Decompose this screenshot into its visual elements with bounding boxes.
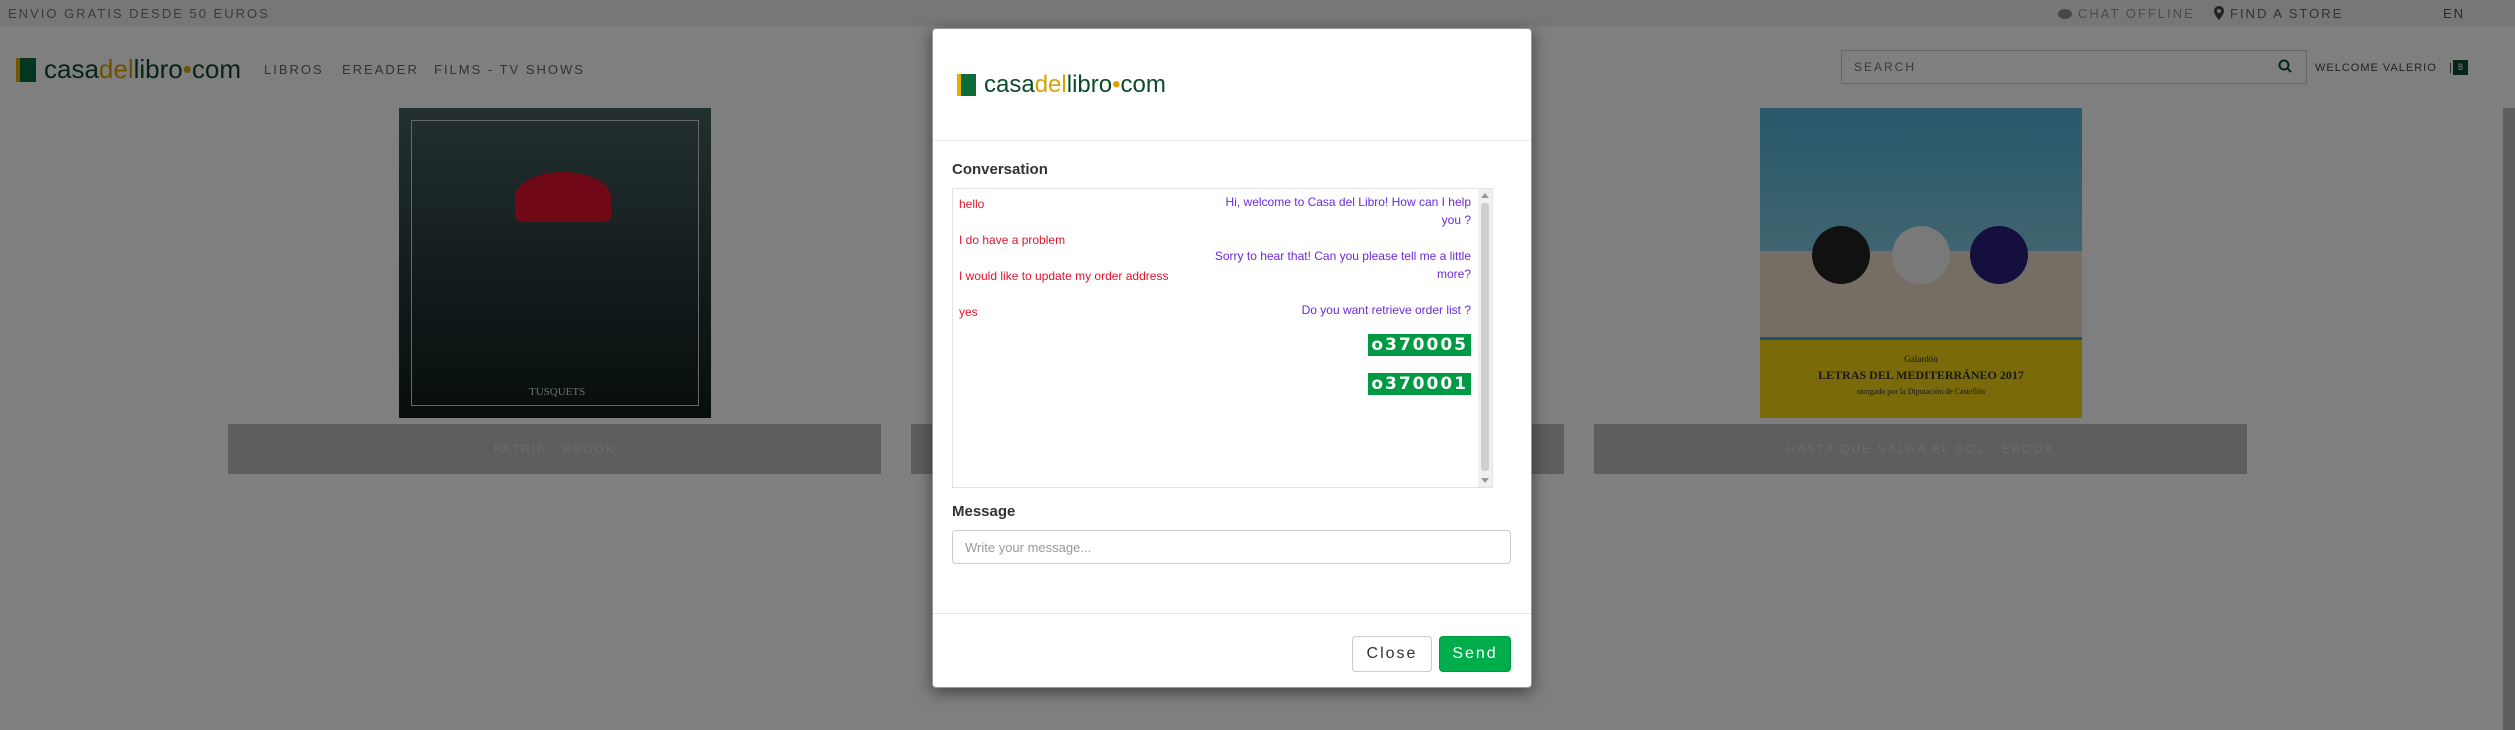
message-bot: Sorry to hear that! Can you please tell …	[1214, 249, 1471, 281]
conversation-scrollbar[interactable]	[1478, 189, 1492, 487]
message-user: hello	[959, 197, 985, 211]
chat-modal: casadellibro•com Conversation hello Hi, …	[932, 28, 1532, 688]
message-input[interactable]	[952, 530, 1511, 564]
order-code[interactable]: o370001	[1368, 373, 1471, 395]
order-code[interactable]: o370005	[1368, 334, 1471, 356]
page-scrollbar[interactable]	[2503, 108, 2515, 730]
conversation-title: Conversation	[952, 161, 1048, 178]
message-user: I would like to update my order address	[959, 269, 1169, 283]
close-button[interactable]: Close	[1352, 636, 1432, 672]
modal-logo: casadellibro•com	[957, 71, 1166, 99]
message-title: Message	[952, 503, 1016, 520]
message-user: I do have a problem	[959, 233, 1066, 247]
send-button[interactable]: Send	[1439, 636, 1511, 672]
message-user: yes	[959, 305, 978, 319]
logo-text-libro: libro	[1066, 71, 1113, 98]
scroll-up-icon[interactable]	[1481, 193, 1489, 198]
modal-footer: Close Send	[933, 613, 1531, 688]
message-bot: Do you want retrieve order list ?	[1301, 303, 1471, 317]
logo-text-dot: •	[1112, 71, 1121, 98]
conversation-log[interactable]: hello Hi, welcome to Casa del Libro! How…	[952, 188, 1493, 488]
message-bot: Hi, welcome to Casa del Libro! How can I…	[1225, 195, 1471, 227]
logo-text-casa: casa	[984, 71, 1035, 98]
scroll-down-icon[interactable]	[1481, 478, 1489, 483]
logo-text-del: del	[1034, 71, 1067, 98]
scroll-thumb[interactable]	[1481, 203, 1489, 471]
logo-text-com: com	[1120, 71, 1166, 98]
modal-header: casadellibro•com	[933, 29, 1531, 141]
book-logo-icon	[957, 74, 976, 96]
